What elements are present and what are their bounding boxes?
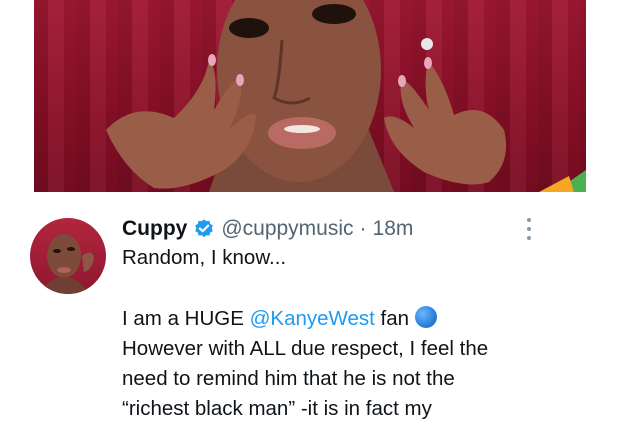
woman-portrait-illustration (106, 0, 586, 192)
tweet-photo[interactable] (34, 0, 586, 192)
tweet-line: Random, I know... (122, 246, 287, 269)
tweet-header: Cuppy @cuppymusic · 18m (122, 214, 413, 244)
header-separator: · (359, 217, 367, 240)
blue-circle-emoji-icon (415, 306, 438, 328)
tweet-timestamp[interactable]: 18m (373, 217, 414, 241)
author-handle[interactable]: @cuppymusic (221, 217, 353, 241)
tweet-line-suffix: fan (374, 307, 410, 330)
verified-badge-icon (193, 218, 215, 240)
author-avatar[interactable] (30, 218, 106, 294)
tweet-line-prefix: I am a HUGE (122, 307, 250, 330)
tweet-text: Random, I know... I am a HUGE @KanyeWest… (122, 243, 592, 424)
mention-link[interactable]: @KanyeWest (250, 307, 375, 330)
more-options-icon[interactable] (522, 216, 536, 242)
tweet-line: However with ALL due respect, I feel the (122, 337, 489, 360)
avatar-photo-illustration (40, 234, 94, 294)
tweet-line: need to remind him that he is not the (122, 367, 455, 390)
tweet-line: I am a HUGE @KanyeWest fan (122, 304, 592, 334)
author-name[interactable]: Cuppy (122, 217, 187, 241)
